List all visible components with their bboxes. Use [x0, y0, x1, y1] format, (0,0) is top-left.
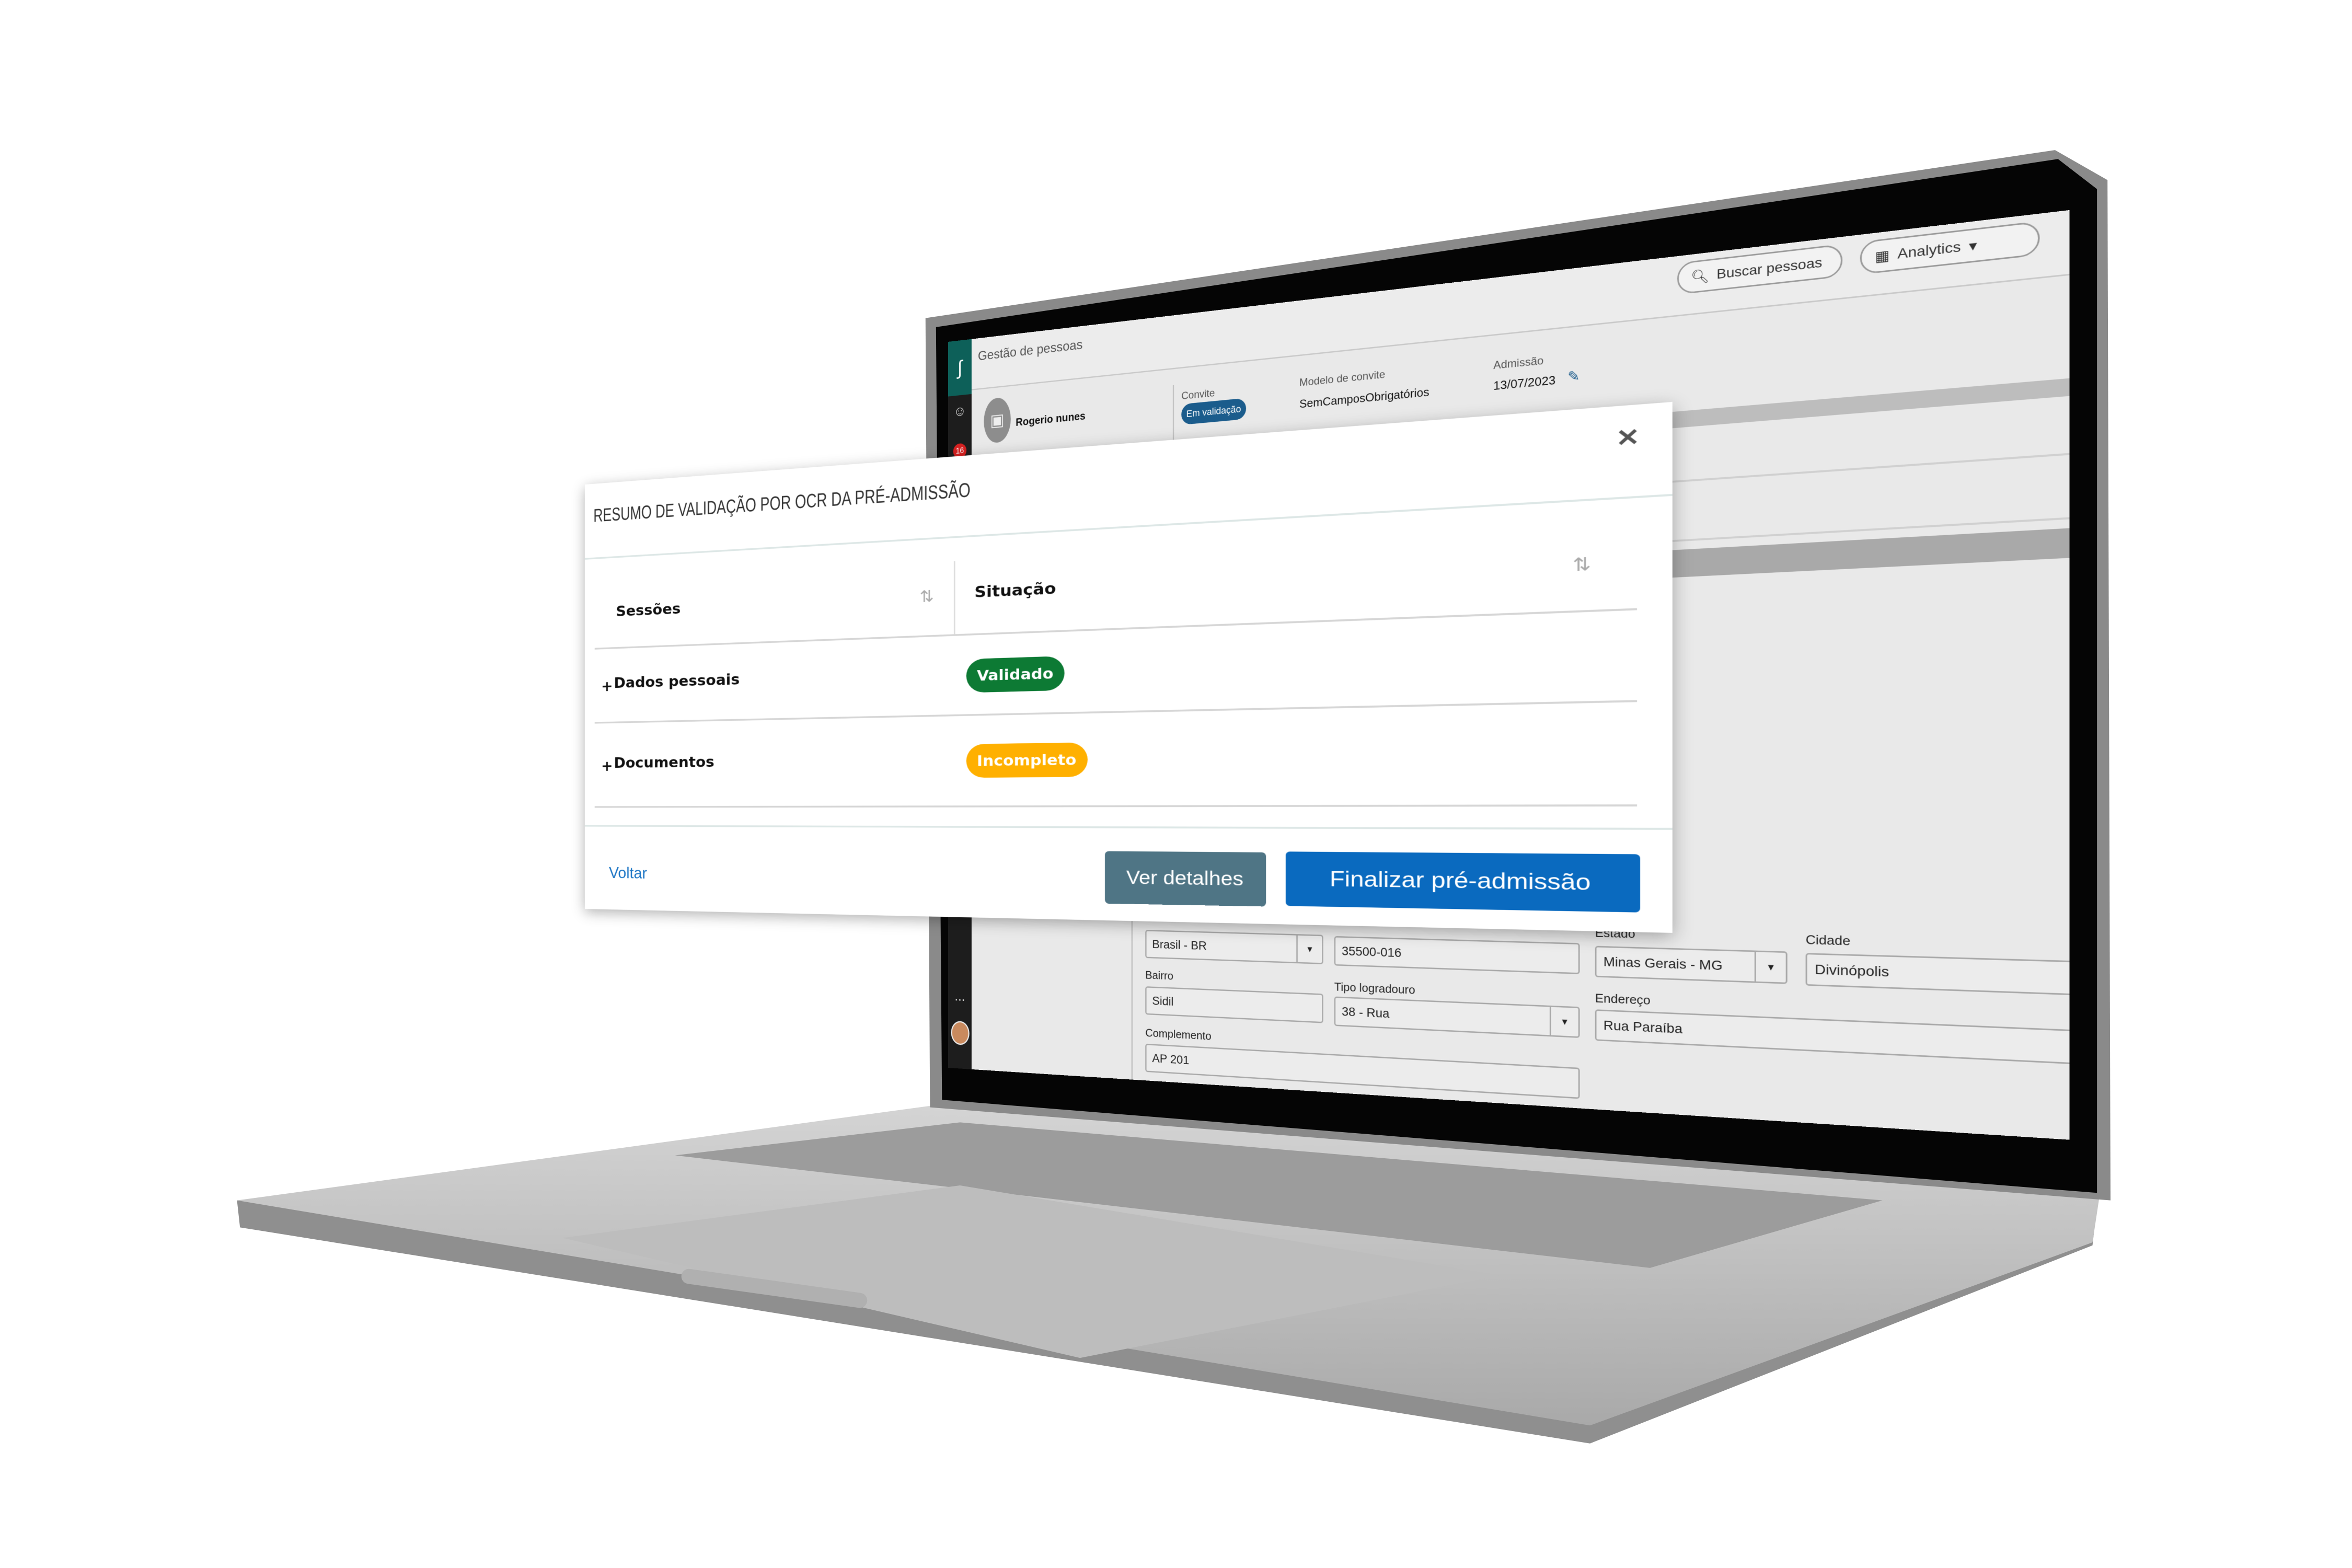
caret-down-icon: ▾ [1296, 935, 1322, 963]
cep-value: 35500-016 [1342, 943, 1402, 960]
more-icon[interactable]: ... [948, 988, 972, 1005]
column-divider [953, 561, 955, 636]
row-section: Dados pessoais [614, 671, 740, 692]
country-value: Brasil - BR [1152, 937, 1207, 953]
ocr-validation-modal: RESUMO DE VALIDAÇÃO POR OCR DA PRÉ-ADMIS… [585, 401, 1673, 933]
brand-logo[interactable]: ∫ [948, 339, 972, 397]
cidade-label: Cidade [1805, 932, 1851, 949]
country-select[interactable]: Brasil - BR ▾ [1145, 929, 1323, 964]
complemento-value: AP 201 [1152, 1051, 1190, 1067]
estado-value: Minas Gerais - MG [1603, 954, 1723, 973]
grid-icon: ▦ [1875, 247, 1890, 264]
divider [594, 804, 1638, 808]
cidade-input[interactable]: Divinópolis [1805, 953, 2070, 996]
search-label: Buscar pessoas [1716, 255, 1823, 282]
caret-down-icon: ▾ [1969, 237, 1977, 254]
image-placeholder-icon: ▣ [984, 396, 1011, 444]
status-badge: Validado [966, 656, 1065, 693]
page-title: Gestão de pessoas [977, 336, 1083, 364]
modelo-label: Modelo de convite [1299, 368, 1386, 389]
cidade-value: Divinópolis [1815, 961, 1889, 980]
column-header-sessoes[interactable]: Sessões [616, 600, 681, 620]
search-icon: 🔍︎ [1691, 268, 1710, 285]
close-icon[interactable]: ✕ [1616, 422, 1640, 452]
row-section: Documentos [614, 753, 714, 772]
divider [585, 825, 1673, 830]
bairro-input[interactable]: Sidil [1145, 986, 1323, 1023]
tipo-label: Tipo logradouro [1334, 979, 1415, 997]
edit-pencil-icon[interactable]: ✎ [1567, 368, 1579, 386]
divider [594, 608, 1638, 650]
divider [1172, 385, 1174, 443]
cep-input[interactable]: 35500-016 [1334, 936, 1580, 974]
admissao-label: Admissão [1493, 354, 1544, 372]
sort-icon[interactable]: ⇅ [1573, 554, 1591, 576]
bairro-label: Bairro [1145, 968, 1173, 983]
bairro-value: Sidil [1152, 994, 1174, 1008]
expand-icon[interactable]: + [601, 758, 613, 775]
analytics-label: Analytics [1897, 238, 1961, 262]
tipo-value: 38 - Rua [1342, 1004, 1390, 1021]
expand-icon[interactable]: + [601, 678, 613, 695]
view-details-button[interactable]: Ver detalhes [1104, 851, 1266, 907]
back-link[interactable]: Voltar [609, 864, 647, 882]
complemento-label: Complemento [1145, 1026, 1212, 1043]
tipo-logradouro-select[interactable]: 38 - Rua ▾ [1334, 996, 1580, 1038]
endereco-input[interactable]: Rua Paraíba [1595, 1009, 2070, 1065]
endereco-label: Endereço [1595, 990, 1651, 1008]
user-avatar[interactable] [951, 1020, 970, 1046]
admissao-value: 13/07/2023 [1493, 373, 1556, 393]
person-name: Rogerio nunes [1016, 409, 1086, 429]
convite-label: Convite [1181, 387, 1215, 402]
estado-select[interactable]: Minas Gerais - MG ▾ [1595, 946, 1788, 984]
modal-title: RESUMO DE VALIDAÇÃO POR OCR DA PRÉ-ADMIS… [593, 479, 971, 526]
status-badge: Incompleto [966, 742, 1088, 778]
divider [594, 700, 1638, 724]
caret-down-icon: ▾ [1549, 1007, 1578, 1037]
convite-status-badge: Em validação [1181, 398, 1247, 425]
column-header-situacao[interactable]: Situação [974, 579, 1056, 601]
sort-icon[interactable]: ⇅ [919, 586, 933, 606]
endereco-value: Rua Paraíba [1603, 1018, 1682, 1036]
finalize-preadmission-button[interactable]: Finalizar pré-admissão [1285, 851, 1641, 913]
user-icon[interactable]: ☺ [948, 402, 972, 421]
modelo-value: SemCamposObrigatórios [1299, 385, 1429, 411]
caret-down-icon: ▾ [1754, 952, 1786, 983]
